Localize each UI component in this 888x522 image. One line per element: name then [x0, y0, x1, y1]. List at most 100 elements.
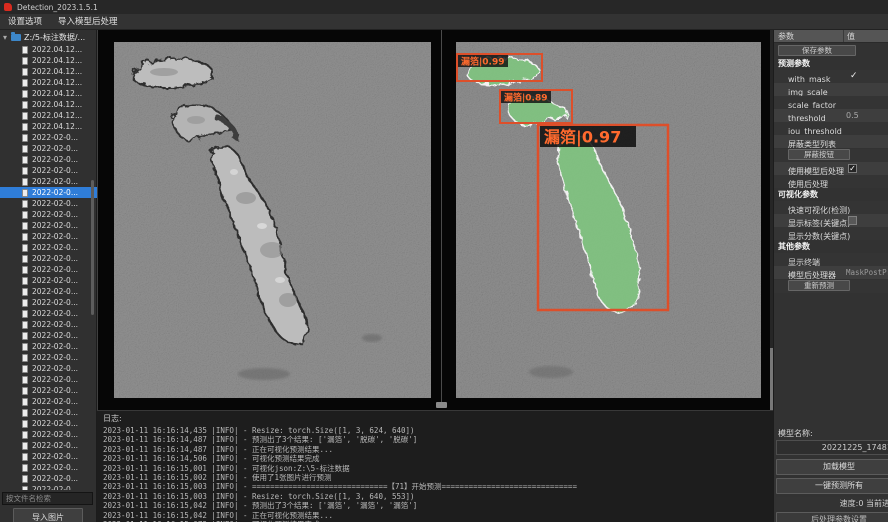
tree-item[interactable]: 2022-02-0...: [0, 396, 97, 407]
tree-item[interactable]: 2022-02-0...: [0, 429, 97, 440]
tree-item-list: 2022.04.12...2022.04.12...2022.04.12...2…: [0, 44, 97, 490]
panel-splitter[interactable]: [441, 30, 442, 404]
tree-item[interactable]: 2022-02-0...: [0, 330, 97, 341]
param-value[interactable]: MaskPostPro: [846, 266, 888, 279]
tree-item[interactable]: 2022-02-0...: [0, 286, 97, 297]
tree-item[interactable]: 2022-02-0...: [0, 297, 97, 308]
param-section-title: 可视化参数: [774, 188, 888, 201]
tree-item[interactable]: 2022-02-0...: [0, 473, 97, 484]
tree-item[interactable]: 2022-02-0...: [0, 451, 97, 462]
tree-item[interactable]: 2022-02-0...: [0, 462, 97, 473]
tree-item-label: 2022-02-0...: [32, 221, 78, 230]
tree-item[interactable]: 2022-02-0...: [0, 385, 97, 396]
tree-item[interactable]: 2022-02-0...: [0, 209, 97, 220]
param-row[interactable]: threshold0.5: [774, 109, 888, 122]
tree-item[interactable]: 2022.04.12...: [0, 66, 97, 77]
tree-item-label: 2022-02-0...: [32, 397, 78, 406]
tree-scrollbar[interactable]: [91, 180, 94, 315]
postprocess-settings-button[interactable]: 后处理参数设置: [776, 512, 888, 522]
file-icon: [22, 57, 28, 65]
tree-item[interactable]: 2022.04.12...: [0, 121, 97, 132]
param-checkbox[interactable]: [848, 216, 857, 225]
chevron-down-icon[interactable]: ▾: [3, 33, 11, 42]
tree-item[interactable]: 2022-02-0...: [0, 176, 97, 187]
file-icon: [22, 167, 28, 175]
param-button-row[interactable]: 重新预测: [774, 280, 888, 293]
tree-item[interactable]: 2022-02-0...: [0, 198, 97, 209]
tree-item[interactable]: 2022-02-0...: [0, 165, 97, 176]
param-row[interactable]: 屏蔽类型列表: [774, 135, 888, 148]
param-action-button[interactable]: 重新预测: [788, 280, 850, 291]
file-icon: [22, 68, 28, 76]
menu-import-postprocess[interactable]: 导入模型后处理: [50, 14, 126, 30]
tree-item[interactable]: 2022-02-0...: [0, 374, 97, 385]
param-row[interactable]: 显示分数(关键点): [774, 227, 888, 240]
param-value[interactable]: 0.5: [846, 109, 859, 122]
check-icon: ✓: [850, 70, 858, 83]
tree-item[interactable]: 2022-02-0: [0, 484, 97, 490]
param-row[interactable]: 快速可视化(检测): [774, 201, 888, 214]
tree-item[interactable]: 2022-02-0...: [0, 308, 97, 319]
param-row[interactable]: scale_factor: [774, 96, 888, 109]
tree-item[interactable]: 2022-02-0...: [0, 132, 97, 143]
load-model-button[interactable]: 加载模型: [776, 459, 888, 475]
window-title: Detection_2023.1.5.1: [17, 3, 98, 12]
param-row[interactable]: 显示标签(关键点): [774, 214, 888, 227]
file-icon: [22, 134, 28, 142]
tree-item-label: 2022-02-0...: [32, 375, 78, 384]
tree-item[interactable]: 2022-02-0...: [0, 220, 97, 231]
splitter-handle[interactable]: [436, 402, 447, 408]
tree-item[interactable]: 2022-02-0...: [0, 352, 97, 363]
tree-item[interactable]: 2022-02-0...: [0, 253, 97, 264]
tree-item[interactable]: 2022-02-0...: [0, 363, 97, 374]
prediction-image-panel[interactable]: 漏箔|0.99 漏箔|0.89 漏箔|0.97: [456, 42, 761, 398]
param-row[interactable]: img_scale: [774, 83, 888, 96]
tree-item-label: 2022-02-0...: [32, 342, 78, 351]
param-row[interactable]: 显示终端: [774, 253, 888, 266]
tree-item[interactable]: 2022.04.12...: [0, 55, 97, 66]
param-button-row[interactable]: 屏蔽按钮: [774, 149, 888, 162]
tree-item[interactable]: 2022-02-0...: [0, 231, 97, 242]
tree-item[interactable]: 2022-02-0...: [0, 275, 97, 286]
param-row[interactable]: 模型后处理器 MaskPostPro: [774, 266, 888, 279]
file-icon: [22, 387, 28, 395]
save-params-button[interactable]: 保存参数: [778, 45, 856, 56]
param-row[interactable]: iou_threshold: [774, 122, 888, 135]
file-icon: [22, 112, 28, 120]
param-label: 模型后处理器: [774, 271, 836, 280]
tree-item[interactable]: 2022-02-0...: [0, 187, 97, 198]
tree-item[interactable]: 2022-02-0...: [0, 440, 97, 451]
import-image-button[interactable]: 导入图片: [13, 508, 83, 522]
tree-item[interactable]: 2022-02-0...: [0, 319, 97, 330]
menu-settings[interactable]: 设置选项: [0, 14, 50, 30]
tree-item[interactable]: 2022-02-0...: [0, 242, 97, 253]
tree-item[interactable]: 2022.04.12...: [0, 110, 97, 121]
tree-item-label: 2022-02-0...: [32, 419, 78, 428]
filename-search-input[interactable]: [2, 492, 93, 505]
tree-item[interactable]: 2022-02-0...: [0, 143, 97, 154]
tree-item[interactable]: 2022-02-0...: [0, 154, 97, 165]
tree-item-label: 2022-02-0: [32, 485, 71, 490]
param-row[interactable]: with_mask✓: [774, 70, 888, 83]
tree-item[interactable]: 2022-02-0...: [0, 264, 97, 275]
param-row[interactable]: 使用模型后处理✓: [774, 162, 888, 175]
predict-all-button[interactable]: 一键预测所有: [776, 478, 888, 494]
tree-item[interactable]: 2022-02-0...: [0, 418, 97, 429]
param-action-button[interactable]: 屏蔽按钮: [788, 149, 850, 160]
tree-item-label: 2022-02-0...: [32, 364, 78, 373]
tree-item[interactable]: 2022.04.12...: [0, 44, 97, 55]
source-image-panel[interactable]: [114, 42, 431, 398]
tree-item[interactable]: 2022.04.12...: [0, 99, 97, 110]
param-row[interactable]: 使用后处理: [774, 175, 888, 188]
tree-item-label: 2022-02-0...: [32, 320, 78, 329]
tree-root[interactable]: ▾ Z:/5-标注数据/...: [0, 30, 97, 44]
param-table-header: 参数 值: [774, 30, 888, 43]
tree-item[interactable]: 2022-02-0...: [0, 407, 97, 418]
tree-item[interactable]: 2022.04.12...: [0, 88, 97, 99]
file-icon: [22, 475, 28, 483]
tree-item[interactable]: 2022-02-0...: [0, 341, 97, 352]
param-checkbox[interactable]: ✓: [848, 164, 857, 173]
tree-item[interactable]: 2022.04.12...: [0, 77, 97, 88]
tree-root-label: Z:/5-标注数据/...: [24, 32, 85, 43]
model-name-field[interactable]: 20221225_174813: [776, 440, 888, 455]
